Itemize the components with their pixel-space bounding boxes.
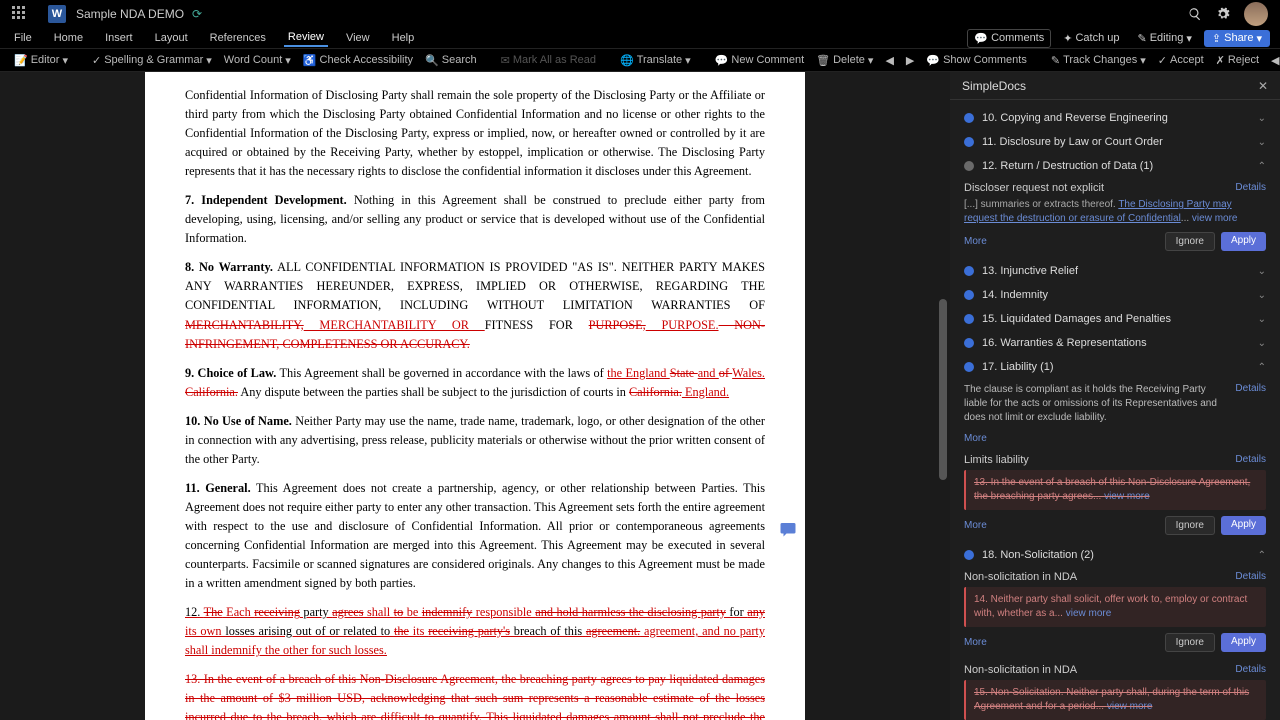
sub-title: Non-solicitation in NDA	[964, 571, 1077, 583]
accept-button[interactable]: ✓ Accept	[1154, 52, 1208, 69]
section-17-content: The clause is compliant as it holds the …	[950, 379, 1280, 543]
view-more-link[interactable]: view more	[1104, 491, 1150, 502]
para-7: 7. Independent Development. Nothing in t…	[185, 191, 765, 248]
details-link[interactable]: Details	[1235, 383, 1266, 394]
section-17[interactable]: 17. Liability (1)⌃	[950, 355, 1280, 379]
red-excerpt: 15. Non-Solicitation. Neither party shal…	[964, 680, 1266, 720]
red-excerpt: 13. In the event of a breach of this Non…	[964, 470, 1266, 510]
para-11: 11. General. This Agreement does not cre…	[185, 479, 765, 593]
para-12: 12. The Each receiving party agrees shal…	[185, 603, 765, 660]
para-13: 13. In the event of a breach of this Non…	[185, 670, 765, 720]
tab-help[interactable]: Help	[388, 30, 419, 46]
details-link[interactable]: Details	[1235, 571, 1266, 583]
excerpt-text: [...] summaries or extracts thereof. The…	[964, 198, 1266, 226]
compliance-text: The clause is compliant as it holds the …	[964, 383, 1227, 425]
ribbon: 📝 Editor ▾ ✓ Spelling & Grammar ▾ Word C…	[0, 48, 1280, 72]
para-9: 9. Choice of Law. This Agreement shall b…	[185, 364, 765, 402]
section-12-content: Discloser request not explicit Details [.…	[950, 178, 1280, 259]
word-icon[interactable]: W	[48, 5, 66, 23]
section-12[interactable]: 12. Return / Destruction of Data (1)⌃	[950, 154, 1280, 178]
tab-references[interactable]: References	[206, 30, 270, 46]
show-comments-button[interactable]: 💬 Show Comments	[922, 52, 1030, 69]
page[interactable]: Confidential Information of Disclosing P…	[145, 72, 805, 720]
sub-title: Non-solicitation in NDA	[964, 664, 1077, 676]
details-link[interactable]: Details	[1235, 182, 1266, 194]
titlebar: W Sample NDA DEMO ⟳	[0, 0, 1280, 28]
close-panel-button[interactable]: ✕	[1258, 79, 1268, 93]
new-comment-button[interactable]: 💬 New Comment	[711, 52, 808, 69]
section-14[interactable]: 14. Indemnity⌄	[950, 283, 1280, 307]
tab-layout[interactable]: Layout	[151, 30, 192, 46]
prev-change-button[interactable]: ◀	[1267, 52, 1280, 69]
share-button[interactable]: ⇪ Share ▾	[1204, 30, 1270, 47]
doc-title: Sample NDA DEMO	[76, 7, 184, 21]
red-excerpt: 14. Neither party shall solicit, offer w…	[964, 587, 1266, 627]
panel-title: SimpleDocs	[962, 79, 1026, 93]
spelling-button[interactable]: ✓ Spelling & Grammar ▾	[88, 52, 216, 69]
apply-button[interactable]: Apply	[1221, 516, 1266, 535]
ignore-button[interactable]: Ignore	[1165, 516, 1215, 535]
section-11[interactable]: 11. Disclosure by Law or Court Order⌄	[950, 130, 1280, 154]
search-button[interactable]: 🔍 Search	[421, 52, 481, 69]
document-area[interactable]: Confidential Information of Disclosing P…	[0, 72, 950, 720]
apply-button[interactable]: Apply	[1221, 232, 1266, 251]
mark-read-button: ✉ Mark All as Read	[497, 52, 600, 69]
para-10: 10. No Use of Name. Neither Party may us…	[185, 412, 765, 469]
reject-button[interactable]: ✗ Reject	[1212, 52, 1263, 69]
section-15[interactable]: 15. Liquidated Damages and Penalties⌄	[950, 307, 1280, 331]
saved-icon: ⟳	[192, 7, 202, 21]
para-6: Confidential Information of Disclosing P…	[185, 86, 765, 181]
section-18-content-2: Non-solicitation in NDA Details 15. Non-S…	[950, 660, 1280, 720]
accessibility-button[interactable]: ♿ Check Accessibility	[299, 52, 417, 69]
view-more-link[interactable]: view more	[1066, 608, 1112, 619]
tab-view[interactable]: View	[342, 30, 374, 46]
menubar: File Home Insert Layout References Revie…	[0, 28, 1280, 48]
section-18-content-1: Non-solicitation in NDA Details 14. Neith…	[950, 567, 1280, 660]
ignore-button[interactable]: Ignore	[1165, 633, 1215, 652]
delete-button[interactable]: 🗑 Delete ▾	[812, 52, 877, 69]
details-link[interactable]: Details	[1235, 454, 1266, 466]
view-more-link[interactable]: view more	[1107, 701, 1153, 712]
more-link[interactable]: More	[964, 236, 987, 247]
editing-button[interactable]: ✎ Editing ▾	[1132, 30, 1198, 47]
tab-file[interactable]: File	[10, 30, 36, 46]
tab-review[interactable]: Review	[284, 29, 328, 47]
avatar[interactable]	[1244, 2, 1268, 26]
section-10[interactable]: 10. Copying and Reverse Engineering⌄	[950, 106, 1280, 130]
comment-indicator[interactable]	[779, 520, 797, 538]
editor-button[interactable]: 📝 Editor ▾	[10, 52, 72, 69]
comments-button[interactable]: 💬 Comments	[967, 29, 1051, 48]
apps-icon[interactable]	[12, 6, 28, 22]
sub-title: Limits liability	[964, 454, 1029, 466]
catchup-button[interactable]: ✦ Catch up	[1057, 30, 1125, 47]
translate-button[interactable]: 🌐 Translate ▾	[616, 52, 695, 69]
more-link[interactable]: More	[964, 637, 987, 648]
section-13[interactable]: 13. Injunctive Relief⌄	[950, 259, 1280, 283]
more-link[interactable]: More	[964, 520, 987, 531]
gear-icon[interactable]	[1216, 7, 1230, 21]
search-icon[interactable]	[1188, 7, 1202, 21]
apply-button[interactable]: Apply	[1221, 633, 1266, 652]
view-more-link[interactable]: view more	[1192, 213, 1238, 224]
details-link[interactable]: Details	[1235, 664, 1266, 676]
wordcount-button[interactable]: Word Count ▾	[220, 52, 295, 69]
scrollbar[interactable]	[936, 72, 950, 720]
ignore-button[interactable]: Ignore	[1165, 232, 1215, 251]
track-changes-button[interactable]: ✎ Track Changes ▾	[1047, 52, 1150, 69]
tab-home[interactable]: Home	[50, 30, 87, 46]
section-16[interactable]: 16. Warranties & Representations⌄	[950, 331, 1280, 355]
simpledocs-panel: SimpleDocs ✕ 10. Copying and Reverse Eng…	[950, 72, 1280, 720]
prev-comment-button[interactable]: ◀	[881, 52, 897, 69]
more-link[interactable]: More	[964, 433, 987, 444]
sub-title: Discloser request not explicit	[964, 182, 1104, 194]
section-18[interactable]: 18. Non-Solicitation (2)⌃	[950, 543, 1280, 567]
tab-insert[interactable]: Insert	[101, 30, 137, 46]
para-8: 8. No Warranty. ALL CONFIDENTIAL INFORMA…	[185, 258, 765, 353]
next-comment-button[interactable]: ▶	[902, 52, 918, 69]
